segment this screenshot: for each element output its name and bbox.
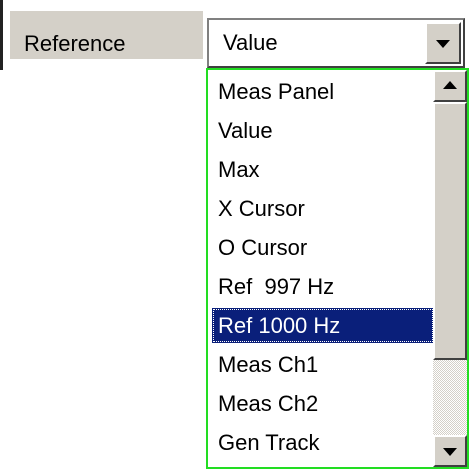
option-o-cursor[interactable]: O Cursor: [212, 230, 434, 265]
reference-label: Reference: [24, 31, 126, 56]
reference-combobox[interactable]: Value: [207, 18, 465, 68]
option-x-cursor[interactable]: X Cursor: [212, 191, 434, 226]
arrow-up-icon: [443, 81, 457, 89]
arrow-down-icon: [443, 448, 457, 456]
scroll-down-button[interactable]: [433, 435, 467, 467]
option-ref-1000-hz[interactable]: Ref 1000 Hz: [212, 308, 434, 343]
option-meas-ch2[interactable]: Meas Ch2: [212, 386, 434, 421]
parameter-row: Reference Value: [0, 0, 476, 70]
option-meas-ch1[interactable]: Meas Ch1: [212, 347, 434, 382]
option-meas-panel[interactable]: Meas Panel: [212, 74, 434, 109]
option-max[interactable]: Max: [212, 152, 434, 187]
chevron-down-icon: [436, 40, 450, 48]
scroll-thumb[interactable]: [433, 102, 467, 360]
option-value[interactable]: Value: [212, 113, 434, 148]
option-ref-997-hz[interactable]: Ref 997 Hz: [212, 269, 434, 304]
dropdown-options: Meas Panel Value Max X Cursor O Cursor R…: [208, 70, 434, 467]
dropdown-scrollbar[interactable]: [433, 70, 467, 467]
reference-dropdown-list[interactable]: Meas Panel Value Max X Cursor O Cursor R…: [206, 68, 469, 469]
scroll-up-button[interactable]: [433, 70, 467, 102]
reference-combobox-value: Value: [223, 30, 278, 55]
option-gen-track[interactable]: Gen Track: [212, 425, 434, 460]
combobox-dropdown-button[interactable]: [425, 22, 461, 64]
panel-divider: [0, 0, 3, 70]
